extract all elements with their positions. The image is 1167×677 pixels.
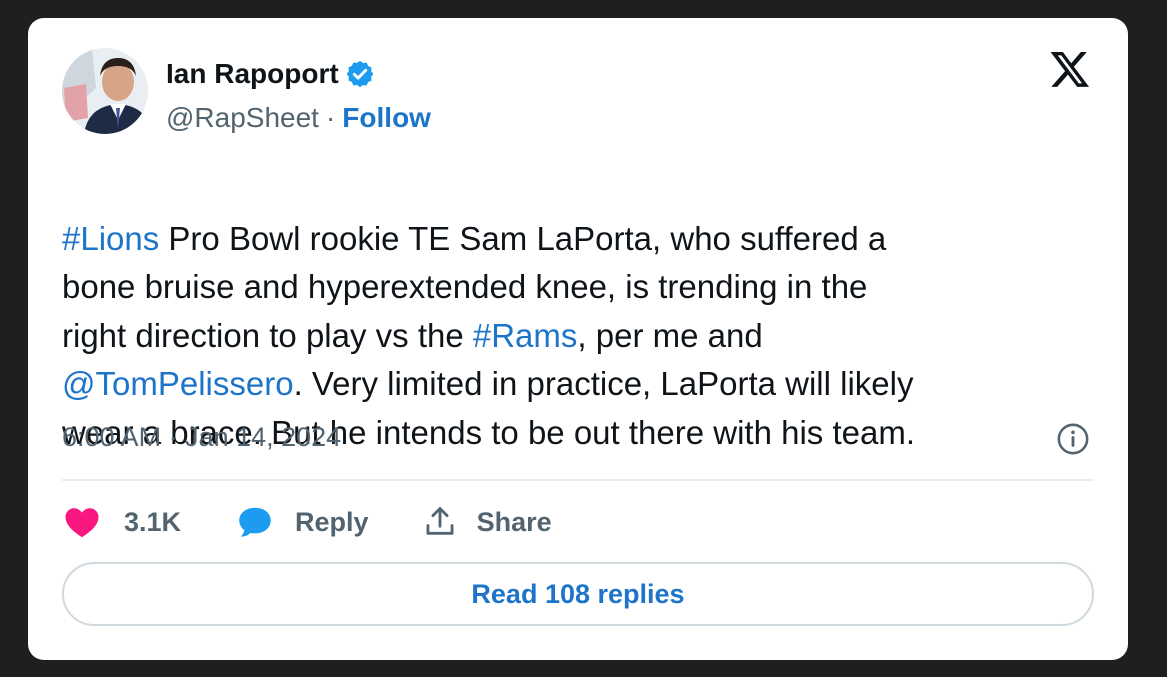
x-logo-icon[interactable] — [1048, 48, 1092, 90]
like-count: 3.1K — [124, 506, 182, 537]
verified-badge-icon — [346, 60, 373, 88]
divider — [62, 479, 1094, 481]
hashtag-lions-link[interactable]: #Lions — [62, 220, 159, 257]
avatar-image — [62, 48, 148, 134]
author-name[interactable]: Ian Rapoport — [166, 58, 339, 90]
author-handle-row: @RapSheet · Follow — [166, 98, 431, 138]
tweet-text: #Lions Pro Bowl rookie TE Sam LaPorta, w… — [62, 166, 1102, 457]
info-icon[interactable] — [1056, 422, 1090, 456]
heart-icon — [65, 508, 99, 538]
speech-bubble-icon — [239, 507, 271, 537]
tweet-text-segment: , per me and — [577, 316, 763, 354]
mention-tompelissero-link[interactable]: @TomPelissero — [62, 365, 294, 402]
share-action[interactable]: Share — [423, 505, 552, 539]
reply-action[interactable]: Reply — [237, 505, 423, 539]
read-replies-button[interactable]: Read 108 replies — [62, 562, 1094, 626]
handle-separator: · — [325, 102, 336, 133]
reply-label: Reply — [295, 506, 369, 537]
follow-button[interactable]: Follow — [342, 102, 431, 134]
tweet-header: Ian Rapoport @RapSheet · Follow — [62, 48, 1092, 140]
like-action[interactable]: 3.1K — [64, 505, 237, 539]
avatar[interactable] — [62, 48, 148, 134]
tweet-actions: 3.1K Reply Share — [64, 502, 552, 542]
tweet-card: Ian Rapoport @RapSheet · Follow #Lions P… — [28, 18, 1128, 660]
share-label: Share — [476, 506, 552, 537]
hashtag-rams-link[interactable]: #Rams — [473, 317, 578, 354]
author-handle[interactable]: @RapSheet — [166, 102, 319, 134]
author-name-row: Ian Rapoport — [166, 54, 375, 94]
tweet-timestamp[interactable]: 6:00 AM · Jan 14, 2024 — [62, 422, 341, 453]
share-icon — [426, 507, 454, 535]
